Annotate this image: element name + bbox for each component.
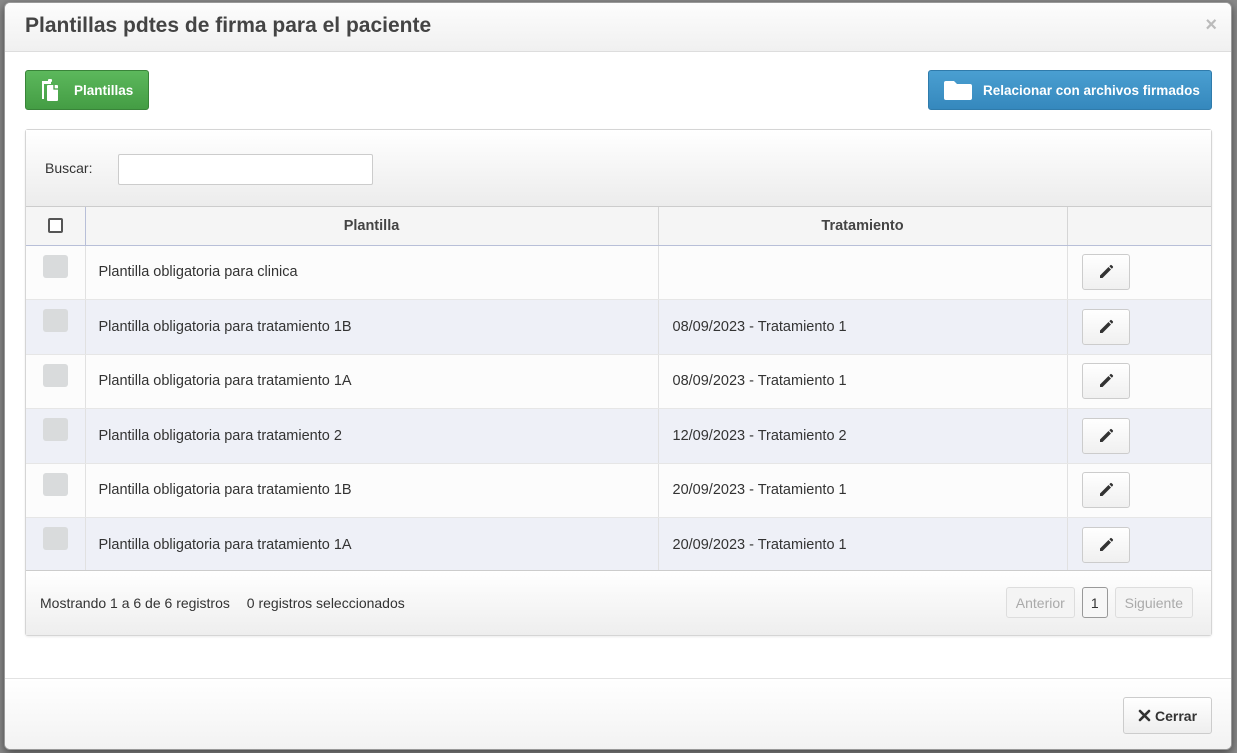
page-1-button[interactable]: 1 — [1081, 587, 1108, 618]
templates-table: Plantilla Tratamiento Plantilla obligato… — [26, 207, 1211, 573]
row-checkbox — [42, 527, 68, 550]
select-all-header — [26, 207, 86, 246]
row-checkbox — [42, 472, 68, 496]
edit-button[interactable] — [1081, 417, 1130, 454]
edit-button[interactable] — [1081, 472, 1130, 509]
pencil-icon — [1099, 374, 1113, 388]
pencil-icon — [1099, 483, 1113, 497]
previous-page-button[interactable]: Anterior — [1005, 587, 1075, 618]
pencil-icon — [1099, 537, 1113, 551]
relacionar-archivos-button[interactable]: Relacionar con archivos firmados — [928, 70, 1212, 110]
pencil-icon — [1099, 428, 1113, 442]
plantilla-cell: Plantilla obligatoria para tratamiento 1… — [85, 299, 659, 355]
close-button-label: Cerrar — [1154, 707, 1198, 724]
plantilla-cell: Plantilla obligatoria para tratamiento 1… — [85, 354, 659, 409]
row-checkbox — [42, 254, 68, 278]
edit-button[interactable] — [1081, 363, 1130, 400]
table-row: Plantilla obligatoria para tratamiento 1… — [26, 517, 1211, 573]
select-all-checkbox[interactable] — [47, 218, 63, 234]
modal-footer: Cerrar — [5, 678, 1231, 749]
table-row: Plantilla obligatoria para clinica — [26, 245, 1211, 300]
tratamiento-cell: 20/09/2023 - Tratamiento 1 — [658, 517, 1068, 573]
modal-body: Plantillas Relacionar con archivos firma… — [5, 53, 1231, 679]
search-bar: Buscar: — [26, 130, 1211, 207]
row-checkbox — [42, 363, 68, 387]
table-info: Mostrando 1 a 6 de 6 registros 0 registr… — [40, 595, 405, 611]
folder-icon — [943, 79, 973, 101]
next-page-button[interactable]: Siguiente — [1114, 587, 1193, 618]
tratamiento-cell — [658, 245, 1068, 300]
column-header-plantilla[interactable]: Plantilla — [85, 207, 659, 246]
selected-count: 0 registros seleccionados — [246, 595, 405, 611]
modal-header: Plantillas pdtes de firma para el pacien… — [5, 3, 1231, 52]
search-input[interactable] — [118, 154, 373, 185]
tratamiento-cell: 08/09/2023 - Tratamiento 1 — [658, 299, 1068, 355]
edit-button[interactable] — [1081, 308, 1130, 345]
plantilla-cell: Plantilla obligatoria para tratamiento 1… — [85, 517, 659, 573]
row-checkbox — [42, 309, 68, 332]
close-icon[interactable]: × — [1205, 15, 1217, 35]
column-header-tratamiento[interactable]: Tratamiento — [658, 207, 1068, 246]
row-checkbox — [42, 418, 68, 441]
tratamiento-cell: 08/09/2023 - Tratamiento 1 — [658, 354, 1068, 409]
table-row: Plantilla obligatoria para tratamiento 1… — [26, 299, 1211, 355]
close-button[interactable]: Cerrar — [1123, 697, 1212, 734]
search-label: Buscar: — [45, 160, 93, 176]
edit-button[interactable] — [1081, 526, 1130, 563]
x-icon — [1138, 709, 1151, 722]
table-row: Plantilla obligatoria para tratamiento 1… — [26, 354, 1211, 409]
table-header-row: Plantilla Tratamiento — [26, 207, 1211, 246]
relacionar-archivos-label: Relacionar con archivos firmados — [983, 82, 1200, 98]
records-count: Mostrando 1 a 6 de 6 registros — [40, 595, 230, 611]
table-footer: Mostrando 1 a 6 de 6 registros 0 registr… — [26, 570, 1211, 635]
plantillas-button[interactable]: Plantillas — [25, 70, 149, 110]
pagination: Anterior 1 Siguiente — [1005, 587, 1193, 618]
edit-button[interactable] — [1081, 254, 1130, 291]
modal-dialog: Plantillas pdtes de firma para el pacien… — [4, 2, 1232, 750]
table-row: Plantilla obligatoria para tratamiento 1… — [26, 463, 1211, 518]
pencil-icon — [1099, 265, 1113, 279]
plantilla-cell: Plantilla obligatoria para clinica — [85, 245, 659, 300]
plantilla-cell: Plantilla obligatoria para tratamiento 1… — [85, 463, 659, 518]
modal-title: Plantillas pdtes de firma para el pacien… — [25, 14, 432, 37]
tratamiento-cell: 20/09/2023 - Tratamiento 1 — [658, 463, 1068, 518]
pencil-icon — [1099, 319, 1113, 333]
templates-panel: Buscar: Plantilla Tratamiento Plantilla … — [25, 129, 1212, 636]
table-row: Plantilla obligatoria para tratamiento 2… — [26, 408, 1211, 464]
column-header-actions — [1067, 207, 1211, 246]
plantilla-cell: Plantilla obligatoria para tratamiento 2 — [85, 408, 659, 464]
copy-documents-icon — [40, 77, 64, 103]
tratamiento-cell: 12/09/2023 - Tratamiento 2 — [658, 408, 1068, 464]
plantillas-button-label: Plantillas — [74, 82, 134, 98]
